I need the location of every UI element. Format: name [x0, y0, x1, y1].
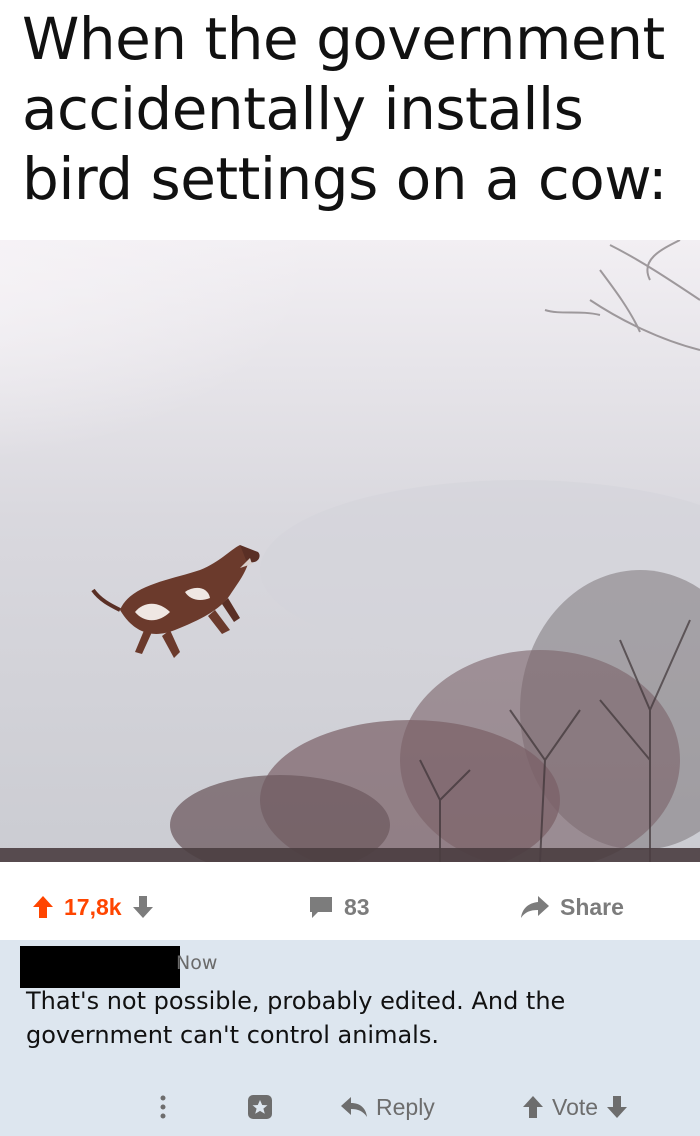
comment-action-bar: Reply Vote [0, 1090, 700, 1124]
more-options-icon[interactable] [160, 1090, 166, 1124]
redacted-username [20, 946, 180, 988]
reply-label: Reply [376, 1093, 435, 1120]
share-arrow-icon [520, 895, 550, 919]
comment-timestamp: Now [176, 952, 218, 974]
downvote-arrow-icon[interactable] [132, 895, 154, 919]
flying-cow-photo[interactable] [0, 240, 700, 862]
post-vote-control: 17,8k [32, 892, 154, 922]
comments-button[interactable]: 83 [308, 892, 370, 922]
share-button[interactable]: Share [520, 892, 624, 922]
photo-illustration [0, 240, 700, 862]
vote-label: Vote [552, 1093, 599, 1120]
comment-count: 83 [344, 893, 370, 920]
comment-card: Now That's not possible, probably edited… [0, 940, 700, 1136]
comment-vote-control: Vote [522, 1090, 628, 1124]
award-button[interactable] [246, 1090, 274, 1124]
upvote-arrow-icon[interactable] [32, 895, 54, 919]
post-score: 17,8k [64, 893, 122, 920]
reply-button[interactable]: Reply [340, 1090, 435, 1124]
comment-bubble-icon [308, 895, 334, 919]
upvote-arrow-icon[interactable] [522, 1095, 544, 1119]
award-icon [246, 1093, 274, 1121]
meme-caption: When the government accidentally install… [22, 5, 668, 213]
downvote-arrow-icon[interactable] [606, 1095, 628, 1119]
comment-body: That's not possible, probably edited. An… [26, 987, 566, 1049]
post-action-bar: 17,8k 83 Share [0, 862, 700, 940]
reply-arrow-icon [340, 1096, 368, 1118]
share-label: Share [560, 893, 624, 920]
